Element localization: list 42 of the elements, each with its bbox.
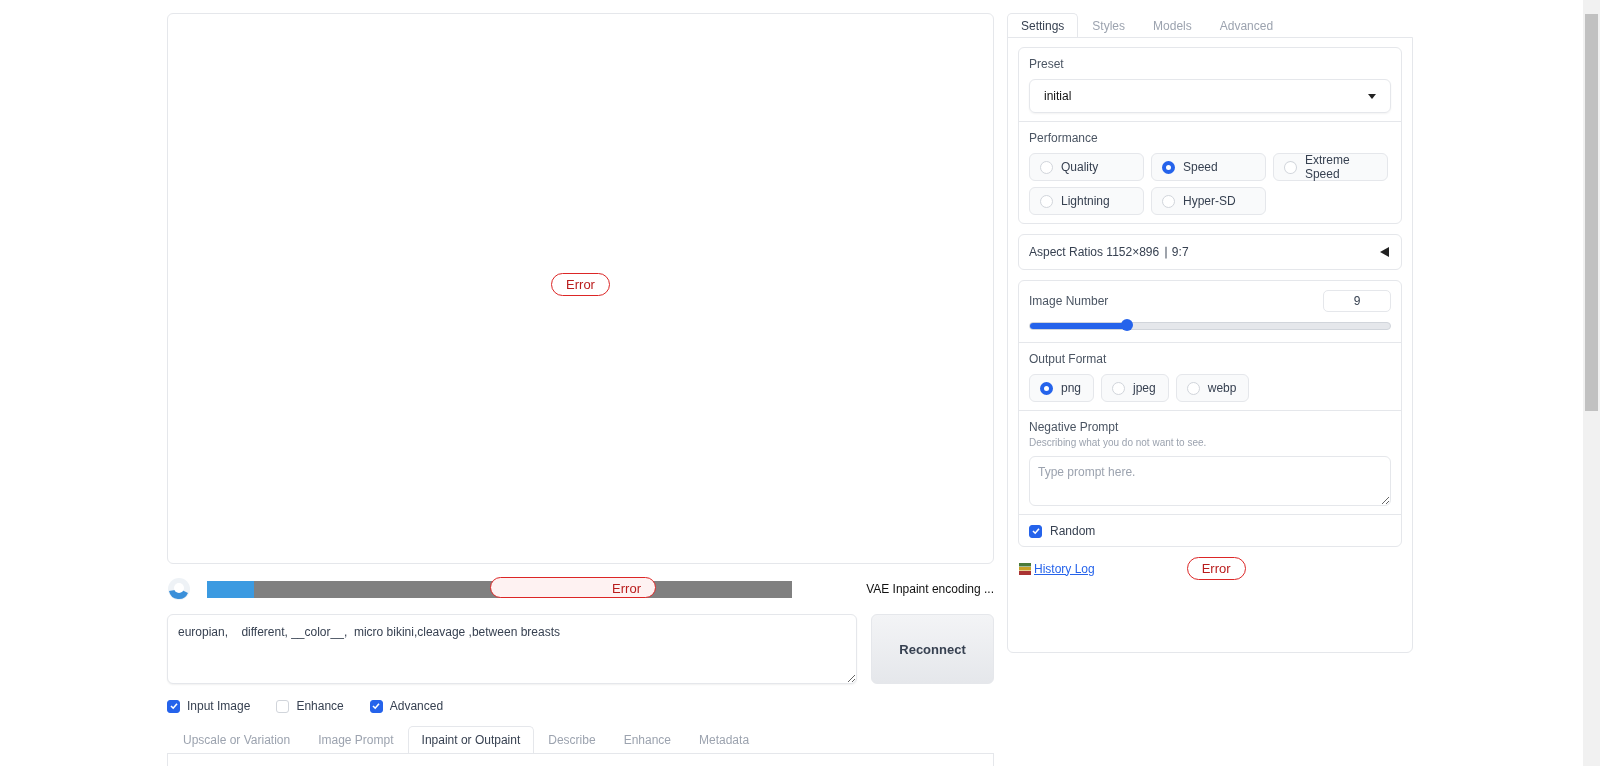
number-field[interactable]: 9 (1323, 290, 1391, 312)
radio-option[interactable]: Extreme Speed (1273, 153, 1388, 181)
checkbox-label: Advanced (389, 699, 444, 713)
output-format-label: Output Format (1029, 352, 1108, 366)
status-text: VAE Inpaint encoding ... (866, 582, 994, 596)
error-badge: Error (490, 576, 656, 598)
tab[interactable]: Settings (1007, 13, 1079, 38)
caret-icon (1368, 93, 1376, 99)
radio-option[interactable]: Lightning (1029, 187, 1144, 215)
prompt-field[interactable]: europian, different, __color__, micro bikini,cleavage ,between breasts (167, 614, 857, 684)
history-log-link[interactable]: History Log (1018, 561, 1095, 576)
tab[interactable]: Inpaint or Outpaint (407, 726, 535, 753)
radio-option[interactable]: Quality (1029, 153, 1144, 181)
checkbox[interactable] (1029, 524, 1042, 538)
performance-label: Performance (1029, 131, 1099, 145)
aspect-ratios-accordion[interactable]: Aspect Ratios 1152×896 ∣ 9:7 (1018, 234, 1402, 270)
radio-option[interactable]: webp (1175, 374, 1250, 402)
checkbox-label: Input Image (187, 699, 251, 713)
preset-dropdown[interactable]: initial (1029, 79, 1391, 113)
error-badge: Error (551, 273, 610, 296)
radio-option[interactable]: jpeg (1101, 374, 1169, 402)
spinner-icon (167, 577, 191, 601)
radio-option[interactable]: png (1029, 374, 1095, 402)
reconnect-button[interactable]: Reconnect (871, 614, 994, 684)
checkbox[interactable] (369, 699, 383, 713)
radio[interactable] (1040, 381, 1053, 395)
books-icon (1018, 561, 1032, 576)
hint-text: Describing what you do not want to see. (1029, 437, 1208, 448)
radio-option[interactable]: Hyper-SD (1151, 187, 1266, 215)
preset-label: Preset (1029, 57, 1065, 71)
checkbox-label: Random (1050, 524, 1096, 538)
negative-prompt-field[interactable]: Type prompt here. (1029, 456, 1391, 506)
radio[interactable] (1162, 160, 1175, 174)
radio-option[interactable]: Speed (1151, 153, 1266, 181)
error-badge: Error (1186, 557, 1246, 580)
scrollbar[interactable] (1583, 0, 1600, 766)
checkbox[interactable] (167, 699, 180, 713)
image-number-label: Image Number (1029, 294, 1109, 308)
slider-thumb[interactable] (1121, 319, 1134, 331)
slider-track[interactable] (1029, 322, 1391, 330)
checkbox-label: Enhance (296, 699, 344, 713)
negative-prompt-label: Negative Prompt (1029, 420, 1120, 434)
